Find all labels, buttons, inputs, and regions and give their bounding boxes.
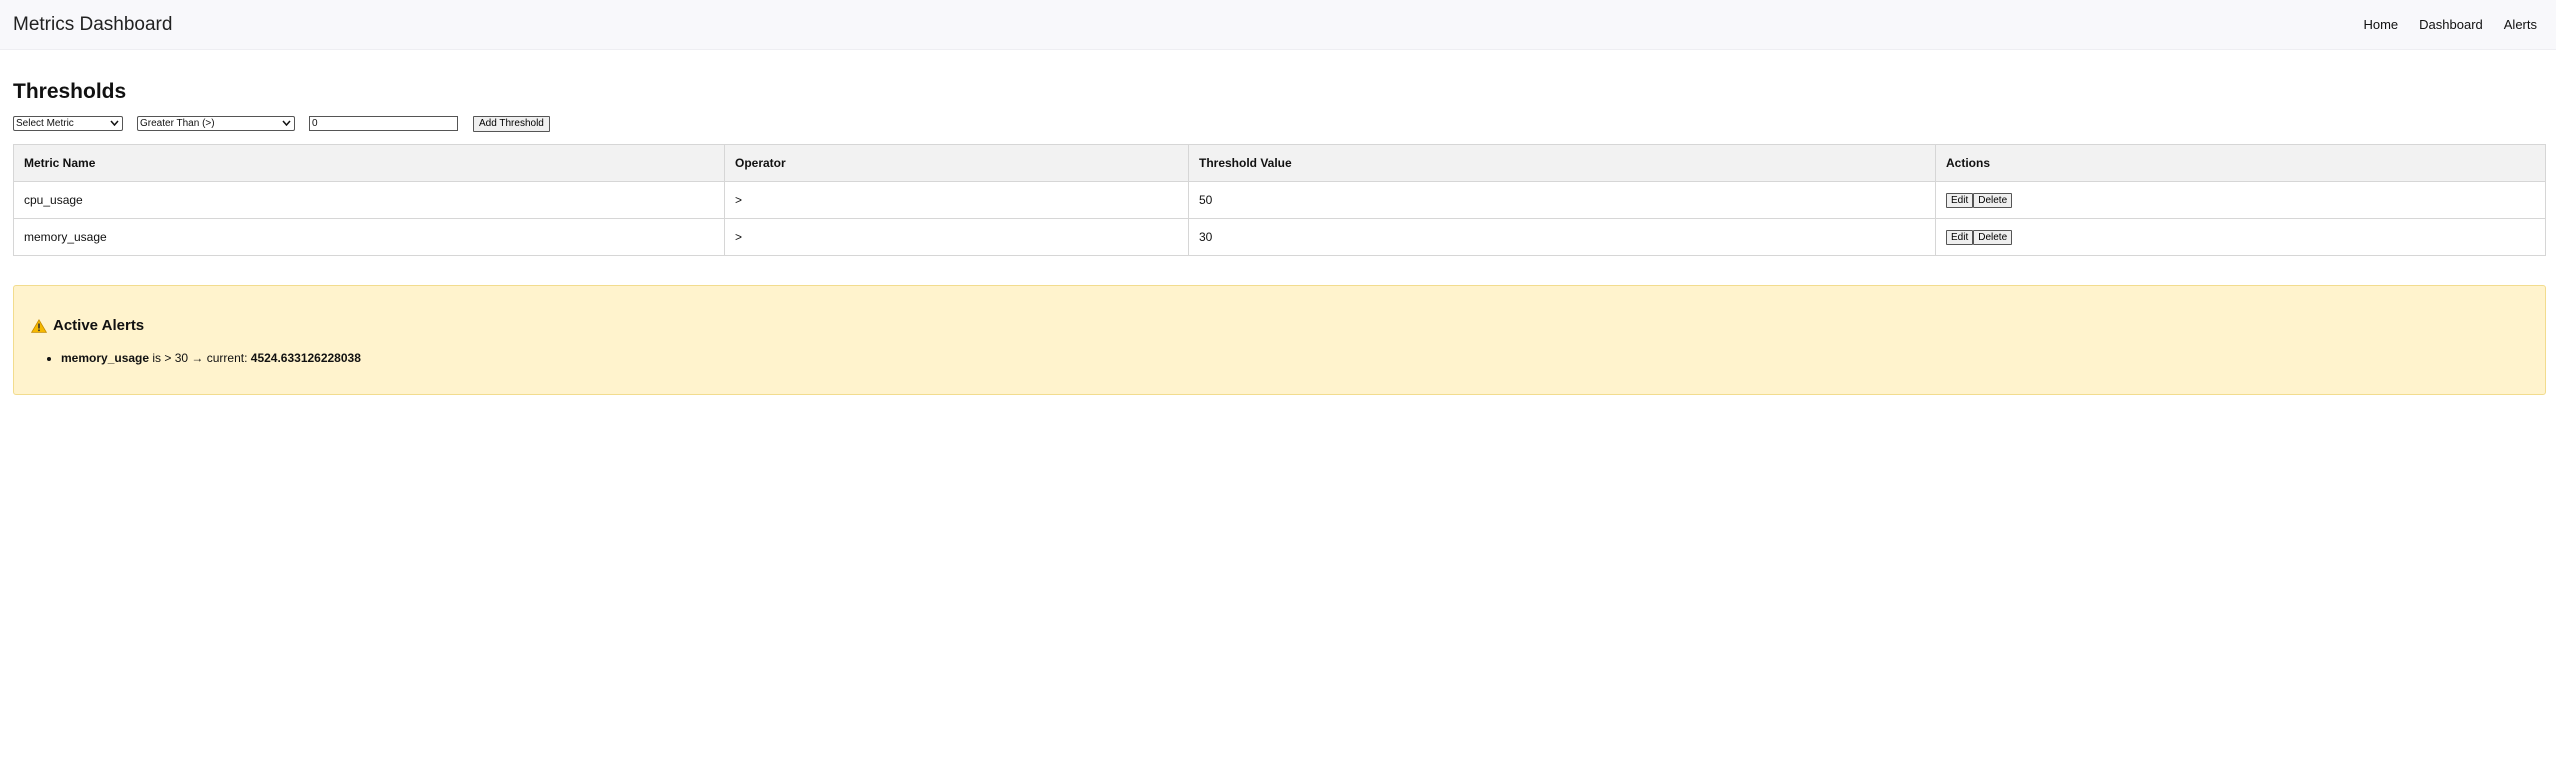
table-row: memory_usage > 30 Edit Delete xyxy=(13,218,2546,256)
active-alerts-panel: Active Alerts memory_usage is > 30 → cur… xyxy=(13,285,2546,395)
alert-condition: is > 30 → current: xyxy=(149,351,251,365)
alert-item: memory_usage is > 30 → current: 4524.633… xyxy=(61,349,2528,367)
threshold-form: Select Metric Greater Than (>) 0 Add Thr… xyxy=(13,115,2543,132)
operator-select-value: Greater Than (>) xyxy=(140,118,215,129)
edit-button[interactable]: Edit xyxy=(1946,193,1974,208)
metric-select[interactable]: Select Metric xyxy=(13,116,123,131)
operator-cell: > xyxy=(724,218,1189,256)
edit-button[interactable]: Edit xyxy=(1946,230,1974,245)
nav-link-alerts[interactable]: Alerts xyxy=(2504,17,2537,32)
app-title: Metrics Dashboard xyxy=(13,13,173,35)
metric-name-cell: cpu_usage xyxy=(13,181,725,219)
nav-links: Home Dashboard Alerts xyxy=(2342,17,2537,32)
column-header-threshold-value: Threshold Value xyxy=(1188,144,1936,182)
actions-cell: Edit Delete xyxy=(1935,218,2546,256)
threshold-value-cell: 50 xyxy=(1188,181,1936,219)
top-navbar: Metrics Dashboard Home Dashboard Alerts xyxy=(0,0,2556,50)
metric-select-value: Select Metric xyxy=(16,118,74,129)
alert-current-value: 4524.633126228038 xyxy=(250,351,361,365)
nav-link-home[interactable]: Home xyxy=(2363,17,2398,32)
add-threshold-button[interactable]: Add Threshold xyxy=(473,115,550,132)
table-header-row: Metric Name Operator Threshold Value Act… xyxy=(13,144,2546,182)
column-header-actions: Actions xyxy=(1935,144,2546,182)
column-header-operator: Operator xyxy=(724,144,1189,182)
main-content: Thresholds Select Metric Greater Than (>… xyxy=(0,80,2556,395)
nav-link-dashboard[interactable]: Dashboard xyxy=(2419,17,2483,32)
thresholds-heading: Thresholds xyxy=(13,80,127,103)
delete-button[interactable]: Delete xyxy=(1973,193,2013,208)
operator-select[interactable]: Greater Than (>) xyxy=(137,116,295,131)
chevron-down-icon xyxy=(282,119,291,128)
table-row: cpu_usage > 50 Edit Delete xyxy=(13,181,2546,219)
warning-icon xyxy=(31,318,47,333)
thresholds-table: Metric Name Operator Threshold Value Act… xyxy=(13,144,2546,256)
delete-button[interactable]: Delete xyxy=(1973,230,2013,245)
operator-cell: > xyxy=(724,181,1189,219)
alerts-list: memory_usage is > 30 → current: 4524.633… xyxy=(31,349,2528,367)
alert-metric-name: memory_usage xyxy=(61,351,150,365)
alerts-heading: Active Alerts xyxy=(31,316,2528,334)
threshold-value-cell: 30 xyxy=(1188,218,1936,256)
threshold-value-input[interactable]: 0 xyxy=(309,116,458,131)
column-header-metric-name: Metric Name xyxy=(13,144,725,182)
metric-name-cell: memory_usage xyxy=(13,218,725,256)
chevron-down-icon xyxy=(110,119,119,128)
alerts-heading-text: Active Alerts xyxy=(53,317,145,334)
actions-cell: Edit Delete xyxy=(1935,181,2546,219)
